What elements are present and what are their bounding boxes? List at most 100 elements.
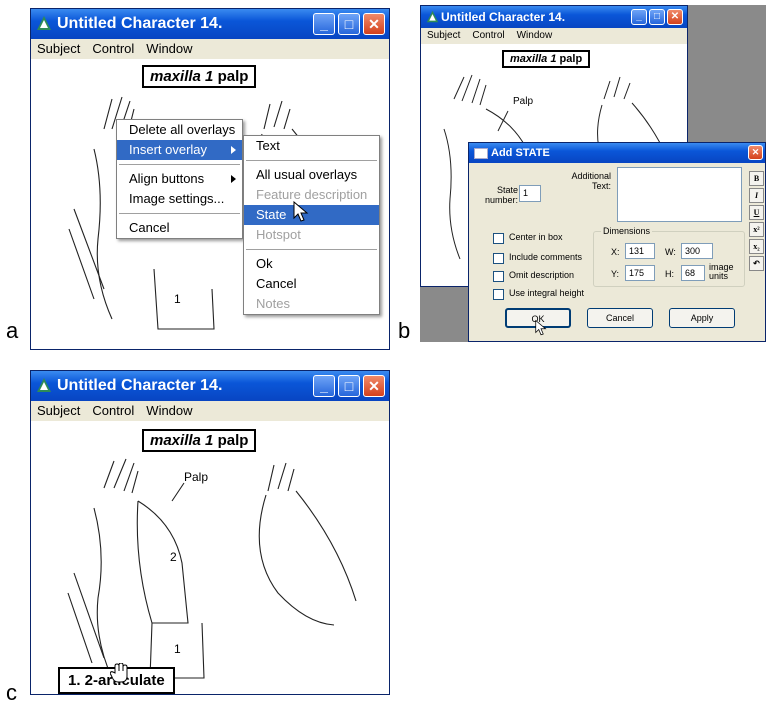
app-icon: [37, 16, 51, 30]
context-menu: Delete all overlays Insert overlay Align…: [116, 119, 243, 239]
undo-button[interactable]: ↶: [749, 256, 764, 271]
align-buttons-label: Align buttons: [129, 171, 205, 186]
center-in-box-checkbox[interactable]: [493, 233, 504, 244]
submenu-item-notes: Notes: [256, 296, 290, 311]
menu-separator: [246, 160, 377, 161]
image-canvas[interactable]: maxilla 1 palp Palp 2 1 1. 2-articulate: [34, 421, 386, 694]
segment-2-label: 2: [170, 550, 177, 564]
close-button[interactable]: ✕: [363, 13, 385, 35]
w-input[interactable]: 300: [681, 243, 713, 259]
caption-box[interactable]: maxilla 1 palp: [142, 65, 257, 88]
palp-label: Palp: [184, 470, 208, 484]
italic-button[interactable]: I: [749, 188, 764, 203]
menu-control[interactable]: Control: [92, 403, 134, 418]
additional-text-area[interactable]: [617, 167, 742, 222]
apply-button[interactable]: Apply: [669, 308, 735, 328]
image-units-label: image units: [709, 262, 734, 281]
underline-button[interactable]: U: [749, 205, 764, 220]
y-label: Y:: [611, 269, 620, 279]
menu-window[interactable]: Window: [146, 403, 192, 418]
y-input[interactable]: 175: [625, 265, 655, 281]
dimensions-label: Dimensions: [601, 226, 653, 236]
window-a: Untitled Character 14. _ □ ✕ Subject Cont…: [30, 8, 390, 350]
menu-item-image-settings[interactable]: Image settings...: [117, 189, 242, 209]
menu-item-align-buttons[interactable]: Align buttons: [117, 169, 242, 189]
submenu-item-feature-description: Feature description: [256, 187, 368, 202]
minimize-button[interactable]: _: [313, 375, 335, 397]
h-input[interactable]: 68: [681, 265, 705, 281]
menu-control[interactable]: Control: [472, 30, 504, 41]
menu-item-insert-overlay[interactable]: Insert overlay: [117, 140, 242, 160]
mouse-pointer-icon: [293, 201, 309, 222]
maxilla-drawing: Palp 2 1: [67, 458, 357, 679]
add-state-dialog: Add STATE ✕ State number: 1 Additional T…: [468, 142, 766, 342]
minimize-button[interactable]: _: [313, 13, 335, 35]
menu-window[interactable]: Window: [146, 41, 192, 56]
menu-subject[interactable]: Subject: [37, 403, 80, 418]
additional-text-label: Additional Text:: [571, 171, 611, 191]
dialog-title: Add STATE: [491, 147, 550, 159]
maximize-button[interactable]: □: [338, 375, 360, 397]
palp-label: Palp: [513, 96, 533, 107]
dialog-title-bar[interactable]: Add STATE ✕: [469, 143, 765, 163]
menu-separator: [246, 249, 377, 250]
caption-box[interactable]: maxilla 1 palp: [502, 50, 591, 68]
menu-bar: Subject Control Window: [31, 401, 389, 421]
window-title: Untitled Character 14.: [57, 15, 223, 32]
menu-control[interactable]: Control: [92, 41, 134, 56]
x-input[interactable]: 131: [625, 243, 655, 259]
w-label: W:: [665, 247, 676, 257]
dialog-close-button[interactable]: ✕: [748, 145, 763, 160]
menu-subject[interactable]: Subject: [37, 41, 80, 56]
hand-cursor-icon: [110, 663, 128, 683]
menu-separator: [119, 164, 240, 165]
app-icon: [426, 10, 439, 23]
h-label: H:: [665, 269, 674, 279]
minimize-button[interactable]: _: [631, 9, 647, 25]
maximize-button[interactable]: □: [649, 9, 665, 25]
close-button[interactable]: ✕: [363, 375, 385, 397]
caption-italic: maxilla 1: [510, 53, 557, 65]
state-number-input[interactable]: 1: [519, 185, 541, 202]
use-integral-height-checkbox[interactable]: [493, 289, 504, 300]
submenu-arrow-icon: [231, 146, 236, 154]
submenu-item-text[interactable]: Text: [244, 136, 379, 156]
menu-item-cancel[interactable]: Cancel: [117, 218, 242, 238]
omit-description-checkbox[interactable]: [493, 271, 504, 282]
window-title: Untitled Character 14.: [441, 10, 566, 24]
submenu-item-hotspot: Hotspot: [256, 227, 301, 242]
mouse-pointer-icon: [535, 319, 547, 336]
submenu-item-cancel[interactable]: Cancel: [244, 274, 379, 294]
omit-description-label: Omit description: [509, 270, 575, 280]
dialog-icon: [474, 148, 488, 159]
superscript-button[interactable]: x²: [749, 222, 764, 237]
include-comments-checkbox[interactable]: [493, 253, 504, 264]
insert-overlay-label: Insert overlay: [129, 142, 208, 157]
bold-button[interactable]: B: [749, 171, 764, 186]
caption-italic: maxilla 1: [150, 432, 214, 449]
window-title: Untitled Character 14.: [57, 377, 223, 394]
include-comments-label: Include comments: [509, 252, 583, 262]
use-integral-height-label: Use integral height: [509, 288, 585, 298]
caption-plain: palp: [217, 68, 249, 85]
submenu-item-all-usual-overlays[interactable]: All usual overlays: [244, 165, 379, 185]
maximize-button[interactable]: □: [338, 13, 360, 35]
menu-subject[interactable]: Subject: [427, 30, 460, 41]
menu-window[interactable]: Window: [517, 30, 553, 41]
title-bar[interactable]: Untitled Character 14. _ □ ✕: [31, 371, 389, 401]
center-in-box-label: Center in box: [509, 232, 563, 242]
cancel-button[interactable]: Cancel: [587, 308, 653, 328]
menu-item-delete-overlays[interactable]: Delete all overlays: [117, 120, 242, 140]
title-bar[interactable]: Untitled Character 14. _ □ ✕: [31, 9, 389, 39]
close-button[interactable]: ✕: [667, 9, 683, 25]
panel-label-c: c: [6, 680, 17, 705]
menu-bar: Subject Control Window: [421, 28, 687, 44]
submenu-item-state[interactable]: State: [244, 205, 379, 225]
caption-box[interactable]: maxilla 1 palp: [142, 429, 257, 452]
subscript-button[interactable]: x₂: [749, 239, 764, 254]
panel-label-b: b: [398, 318, 411, 343]
title-bar[interactable]: Untitled Character 14. _ □ ✕: [421, 6, 687, 28]
menu-bar: Subject Control Window: [31, 39, 389, 59]
caption-italic: maxilla 1: [150, 68, 214, 85]
submenu-item-ok[interactable]: Ok: [244, 254, 379, 274]
